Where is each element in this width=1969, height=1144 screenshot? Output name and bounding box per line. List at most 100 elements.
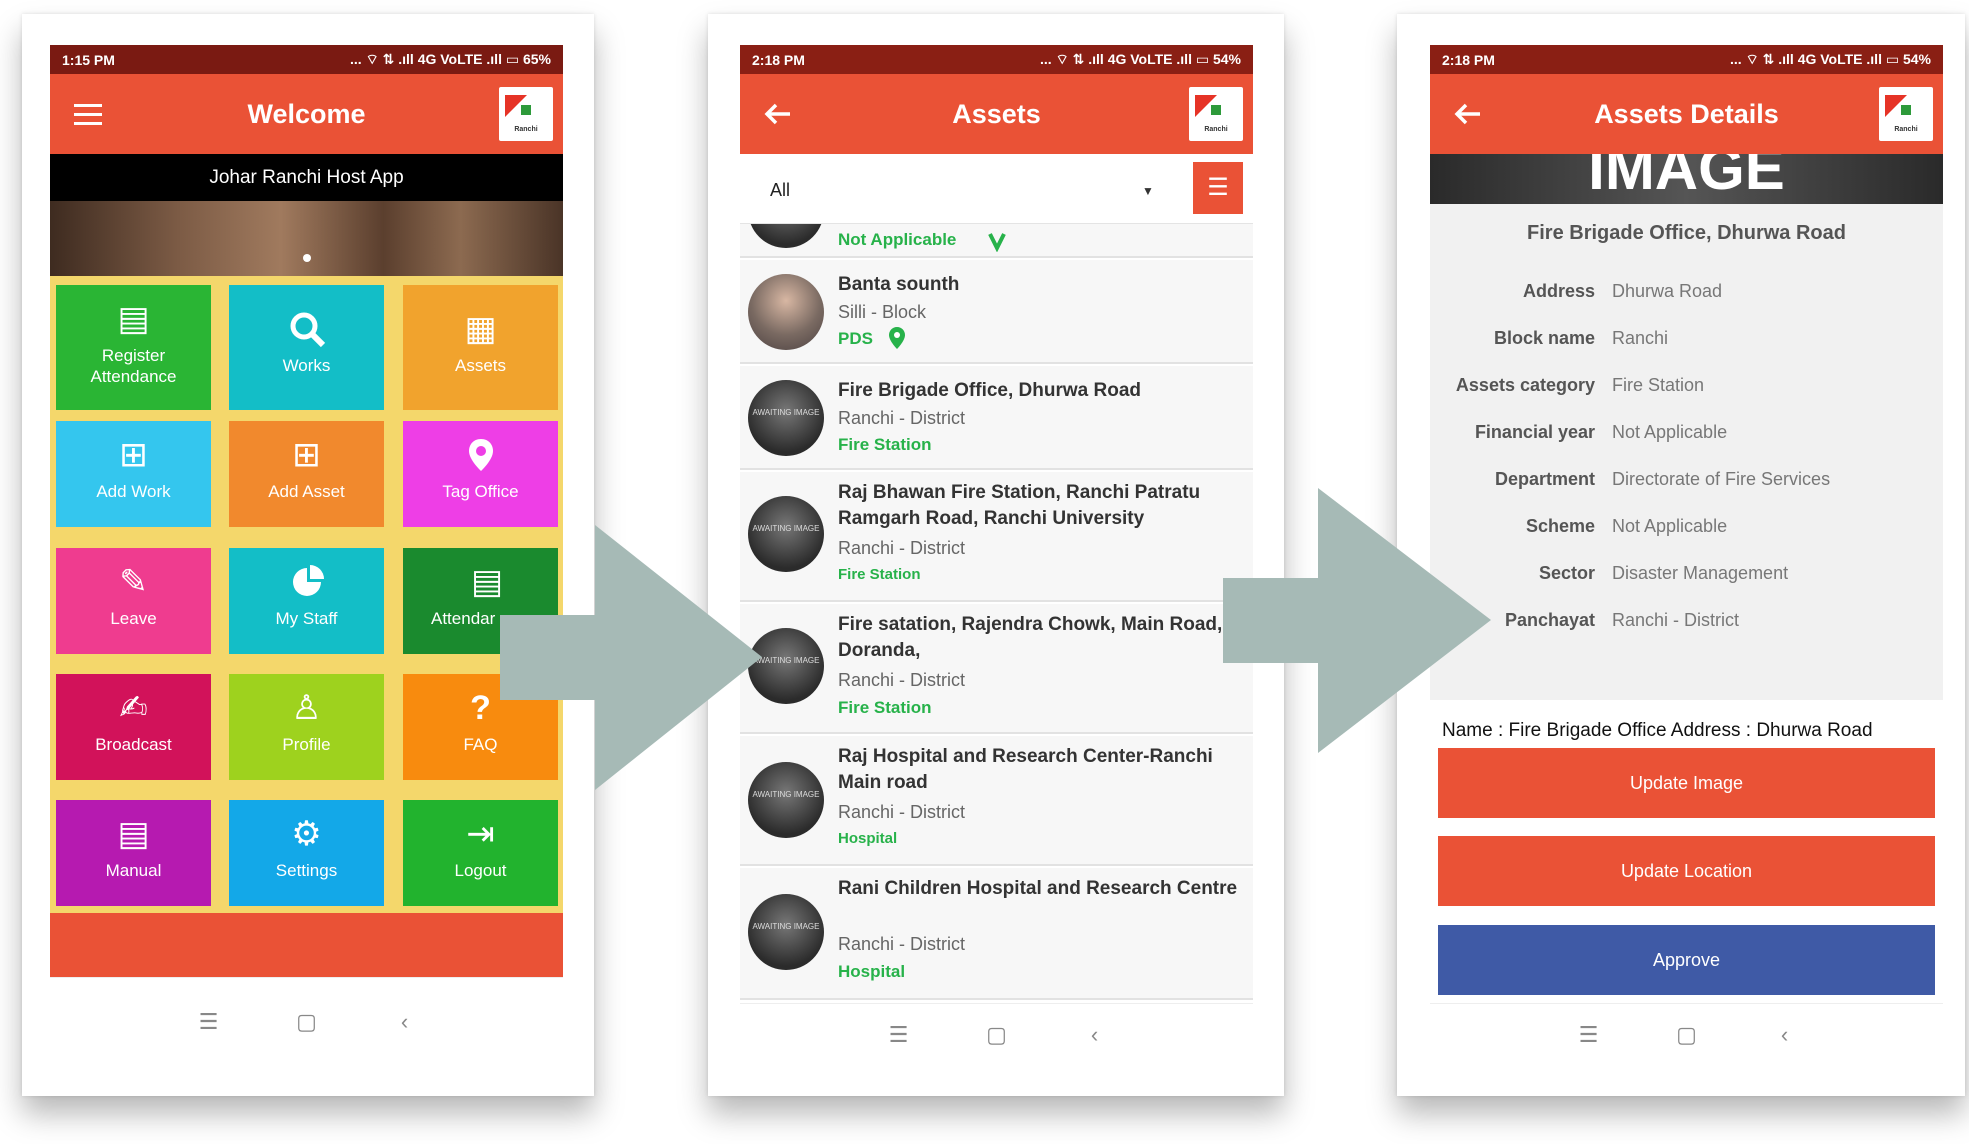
detail-value: Ranchi bbox=[1612, 328, 1669, 348]
filter-button[interactable]: ☰ bbox=[1193, 162, 1243, 214]
person-icon: ♙ bbox=[291, 689, 322, 727]
home-icon[interactable]: ▢ bbox=[1673, 1022, 1701, 1048]
recent-apps-icon[interactable]: ☰ bbox=[885, 1022, 913, 1048]
home-icon[interactable]: ▢ bbox=[293, 1009, 321, 1035]
building-icon: ▦ bbox=[464, 310, 497, 348]
update-location-button[interactable]: Update Location bbox=[1438, 836, 1935, 906]
tile-add-work[interactable]: ⊞ Add Work bbox=[56, 421, 211, 527]
tile-manual[interactable]: ▤ Manual bbox=[56, 800, 211, 906]
ranchi-logo: Ranchi bbox=[1189, 87, 1243, 141]
asset-name: Fire Brigade Office, Dhurwa Road bbox=[838, 380, 1141, 401]
tile-label: Tag Office bbox=[442, 482, 519, 501]
asset-category: Fire Station bbox=[838, 435, 932, 454]
book-icon: ▤ bbox=[117, 815, 150, 853]
detail-value: Directorate of Fire Services bbox=[1612, 469, 1831, 489]
tile-leave[interactable]: ✎ Leave bbox=[56, 548, 211, 654]
tile-label: Leave bbox=[110, 609, 157, 628]
logo-text: Ranchi bbox=[514, 126, 538, 133]
plus-square-icon: ⊞ bbox=[119, 436, 148, 474]
edit-icon: ✍ bbox=[119, 689, 148, 727]
system-nav-bar: ☰ ▢ ‹ bbox=[740, 1003, 1253, 1065]
asset-name: Raj Hospital and Research Center-Ranchi … bbox=[838, 746, 1213, 793]
tile-label: Assets bbox=[454, 356, 507, 375]
asset-avatar: AWAITING IMAGE bbox=[748, 894, 824, 970]
asset-location: Ranchi - District bbox=[838, 802, 966, 822]
status-icons: ... ⌔ ⇅ .ıll 4G VoLTE .ıll ▭ 65% bbox=[350, 50, 551, 67]
tile-label: Manual bbox=[105, 861, 162, 880]
detail-value: Fire Station bbox=[1612, 375, 1705, 395]
dropdown-arrow-icon[interactable]: ▼ bbox=[1142, 184, 1154, 198]
list-item[interactable]: AWAITING IMAGE Rani Children Hospital an… bbox=[740, 868, 1253, 1000]
tile-label: Broadcast bbox=[95, 735, 172, 754]
recent-apps-icon[interactable]: ☰ bbox=[195, 1009, 223, 1035]
status-time: 2:18 PM bbox=[752, 51, 805, 68]
tile-tag-office[interactable]: Tag Office bbox=[403, 421, 558, 527]
app-bar: Assets Ranchi bbox=[740, 74, 1253, 154]
flow-arrow-icon bbox=[500, 525, 762, 790]
summary-text: Name : Fire Brigade Office Address : Dhu… bbox=[1442, 720, 1873, 741]
back-icon[interactable]: ‹ bbox=[1771, 1022, 1799, 1048]
detail-key: Address bbox=[1522, 281, 1595, 301]
tile-label: Add Asset bbox=[268, 482, 345, 501]
map-pin-icon bbox=[889, 327, 905, 349]
logo-text: Ranchi bbox=[1894, 126, 1918, 133]
approve-button[interactable]: Approve bbox=[1438, 925, 1935, 995]
flow-arrow-icon bbox=[1223, 488, 1491, 753]
recent-apps-icon[interactable]: ☰ bbox=[1575, 1022, 1603, 1048]
logout-icon: ⇥ bbox=[466, 815, 495, 853]
tile-broadcast[interactable]: ✍ Broadcast bbox=[56, 674, 211, 780]
tile-profile[interactable]: ♙ Profile bbox=[229, 674, 384, 780]
asset-location: Ranchi - District bbox=[838, 538, 966, 558]
list-item[interactable]: Not Applicable bbox=[740, 224, 1253, 258]
tile-works[interactable]: Works bbox=[229, 285, 384, 410]
page-title: Welcome bbox=[247, 99, 366, 129]
list-item[interactable]: AWAITING IMAGE Raj Hospital and Research… bbox=[740, 736, 1253, 866]
back-icon[interactable]: ‹ bbox=[1081, 1022, 1109, 1048]
tile-my-staff[interactable]: My Staff bbox=[229, 548, 384, 654]
plus-square-icon: ⊞ bbox=[292, 436, 321, 474]
list-item[interactable]: Banta sounth Silli - Block PDS bbox=[740, 260, 1253, 364]
tile-label: Logout bbox=[454, 861, 507, 880]
tile-logout[interactable]: ⇥ Logout bbox=[403, 800, 558, 906]
carousel-dot[interactable] bbox=[302, 254, 311, 262]
tile-register-attendance[interactable]: ▤ Register Attendance bbox=[56, 285, 211, 410]
list-item[interactable]: AWAITING IMAGE Fire satation, Rajendra C… bbox=[740, 604, 1253, 734]
tile-add-asset[interactable]: ⊞ Add Asset bbox=[229, 421, 384, 527]
tile-label: My Staff bbox=[275, 609, 338, 628]
list-item[interactable]: AWAITING IMAGE Fire Brigade Office, Dhur… bbox=[740, 366, 1253, 470]
asset-title: Fire Brigade Office, Dhurwa Road bbox=[1527, 222, 1846, 244]
map-pin-icon bbox=[468, 439, 493, 471]
tile-settings[interactable]: ⚙ Settings bbox=[229, 800, 384, 906]
asset-avatar bbox=[748, 274, 824, 350]
status-bar: 1:15 PM ... ⌔ ⇅ .ıll 4G VoLTE .ıll ▭ 65% bbox=[50, 45, 563, 74]
logo-text: Ranchi bbox=[1204, 126, 1228, 133]
tile-label: Profile bbox=[282, 735, 331, 754]
status-time: 2:18 PM bbox=[1442, 51, 1495, 68]
detail-value: Disaster Management bbox=[1612, 563, 1789, 583]
asset-category: Hospital bbox=[838, 962, 906, 981]
asset-category: Not Applicable bbox=[838, 230, 957, 249]
bottom-bar bbox=[50, 913, 563, 977]
asset-category: Fire Station bbox=[838, 566, 921, 583]
list-item[interactable]: AWAITING IMAGE Raj Bhawan Fire Station, … bbox=[740, 472, 1253, 602]
tile-label: Add Work bbox=[96, 482, 171, 501]
home-icon[interactable]: ▢ bbox=[983, 1022, 1011, 1048]
detail-key: Scheme bbox=[1525, 516, 1595, 536]
detail-key: Assets category bbox=[1455, 375, 1595, 395]
category-select[interactable]: All bbox=[770, 180, 790, 201]
asset-location: Ranchi - District bbox=[838, 670, 966, 690]
app-bar: Welcome Ranchi bbox=[50, 74, 563, 154]
asset-name: Raj Bhawan Fire Station, Ranchi Patratu … bbox=[838, 482, 1201, 529]
back-icon[interactable]: ‹ bbox=[391, 1009, 419, 1035]
update-image-button[interactable]: Update Image bbox=[1438, 748, 1935, 818]
status-bar: 2:18 PM ... ⌔ ⇅ .ıll 4G VoLTE .ıll ▭ 54% bbox=[1430, 45, 1943, 74]
tile-label: Register Attendance bbox=[90, 346, 177, 386]
ranchi-logo: Ranchi bbox=[1879, 87, 1933, 141]
page-title: Assets Details bbox=[1594, 99, 1779, 129]
asset-category: PDS bbox=[838, 329, 873, 348]
detail-key: Sector bbox=[1538, 563, 1595, 583]
details-panel: Fire Brigade Office, Dhurwa Road Address… bbox=[1430, 204, 1943, 700]
banner-carousel[interactable]: Johar Ranchi Host App bbox=[50, 154, 563, 276]
tile-assets[interactable]: ▦ Assets bbox=[403, 285, 558, 410]
menu-grid: ▤ Register Attendance Works ▦ Assets ⊞ A… bbox=[50, 276, 563, 913]
